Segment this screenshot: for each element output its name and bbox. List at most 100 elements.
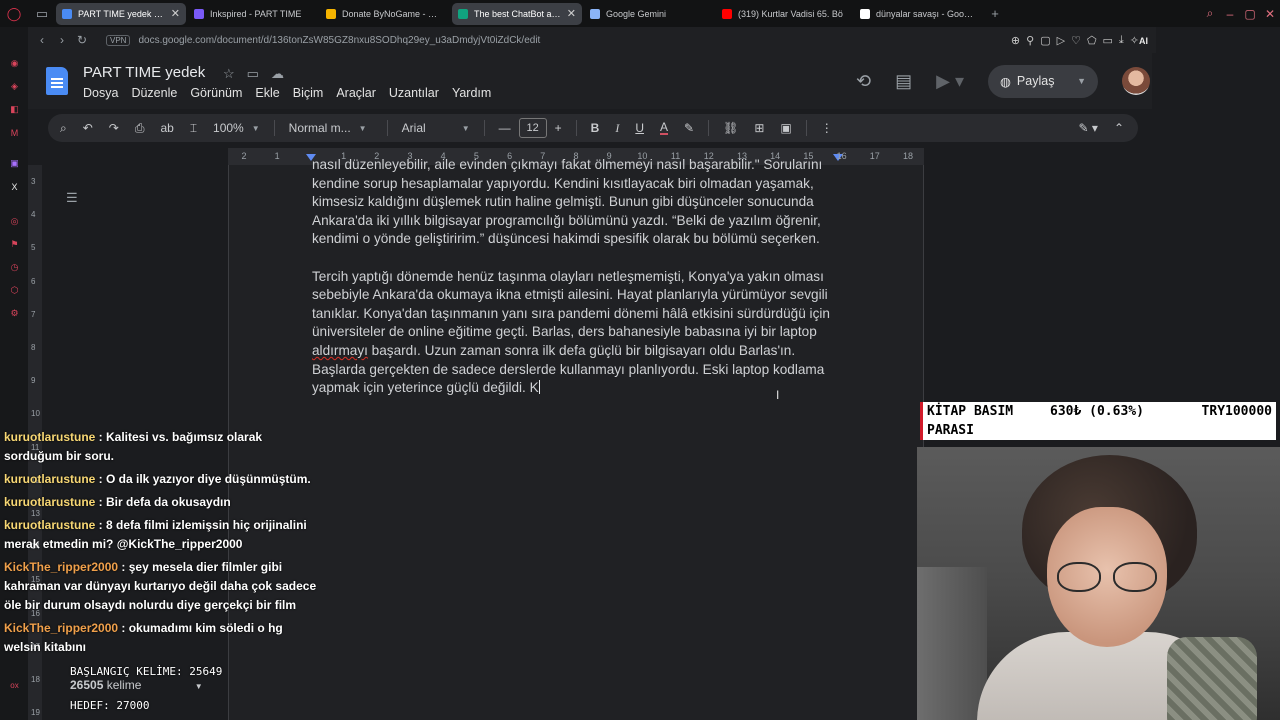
opera-menu-icon[interactable]: ◯ xyxy=(0,0,28,27)
menu-item[interactable]: Düzenle xyxy=(131,86,177,100)
heart-icon[interactable]: ♡ xyxy=(1071,34,1081,47)
link-icon[interactable]: ⛓ xyxy=(715,121,746,135)
instagram-icon[interactable]: ◧ xyxy=(8,103,21,116)
zoom-icon[interactable]: ⊕ xyxy=(1011,34,1020,47)
browser-tab[interactable]: The best ChatBot and ✕ xyxy=(452,2,582,25)
meet-icon[interactable]: ▶ ▾ xyxy=(936,71,964,92)
star-icon[interactable]: ☆ xyxy=(223,66,235,82)
editing-mode-icon[interactable]: ✎ ▾ xyxy=(1071,121,1106,135)
wallet-icon[interactable]: ▭ xyxy=(1103,34,1113,47)
browser-tab[interactable]: Inkspired - PART TIME xyxy=(188,3,318,25)
tab-overview-icon[interactable]: ▭ xyxy=(28,0,56,27)
menu-item[interactable]: Biçim xyxy=(293,86,324,100)
url-field[interactable]: docs.google.com/document/d/136tonZsW85GZ… xyxy=(138,35,1010,46)
ibeam-pointer-icon: I xyxy=(776,388,780,402)
settings-icon[interactable]: ⚙ xyxy=(8,307,21,320)
highlight-icon[interactable]: ✎ xyxy=(676,121,702,135)
move-folder-icon[interactable]: ▭ xyxy=(247,66,259,82)
ruler-overlap-mask xyxy=(229,148,923,165)
zoom-select[interactable]: 100% ▼ xyxy=(205,121,268,135)
menu-item[interactable]: Yardım xyxy=(452,86,491,100)
minimize-icon[interactable]: – xyxy=(1220,7,1240,21)
browser-tab[interactable]: PART TIME yedek - Google ✕ xyxy=(56,2,186,25)
spellcheck-icon[interactable]: ab xyxy=(152,121,181,135)
collapse-menus-icon[interactable]: ⌃ xyxy=(1106,121,1138,135)
vpn-badge[interactable]: VPN xyxy=(106,34,131,46)
close-tab-icon[interactable]: ✕ xyxy=(567,7,576,20)
extensions-icon[interactable]: ⬡ xyxy=(8,284,21,297)
menu-item[interactable]: Araçlar xyxy=(336,86,376,100)
divider xyxy=(708,120,710,136)
webcam-feed xyxy=(917,447,1280,720)
italic-button[interactable]: I xyxy=(607,121,627,136)
comments-icon[interactable]: ▤ xyxy=(895,71,912,92)
browser-tab[interactable]: Google Gemini xyxy=(584,3,714,25)
style-select[interactable]: Normal m... ▼ xyxy=(281,121,381,135)
document-title[interactable]: PART TIME yedek xyxy=(83,64,205,81)
bold-button[interactable]: B xyxy=(583,121,608,135)
title-actions: ☆ ▭ ☁ xyxy=(223,66,284,82)
undo-icon[interactable]: ↶ xyxy=(75,121,101,135)
more-icon[interactable]: ox xyxy=(8,679,21,692)
menu-item[interactable]: Dosya xyxy=(83,86,118,100)
font-select[interactable]: Arial ▼ xyxy=(394,121,478,135)
share-button[interactable]: ◍ Paylaş ▼ xyxy=(988,64,1098,98)
bookmarks-icon[interactable]: ⚑ xyxy=(8,238,21,251)
close-tab-icon[interactable]: ✕ xyxy=(171,7,180,20)
docs-word-count-badge[interactable]: 26505 kelime ▼ xyxy=(70,678,203,692)
close-window-icon[interactable]: ✕ xyxy=(1260,7,1280,21)
paint-format-icon[interactable]: ⌶ xyxy=(182,121,205,136)
font-size-input[interactable]: 12 xyxy=(518,118,547,138)
insert-image-icon[interactable]: ▣ xyxy=(772,121,799,135)
pin-icon[interactable]: ⚲ xyxy=(1026,34,1034,47)
browser-tab[interactable]: Donate ByNoGame - Geld xyxy=(320,3,450,25)
menu-item[interactable]: Görünüm xyxy=(190,86,242,100)
chevron-down-icon: ▼ xyxy=(461,123,470,133)
player-icon[interactable]: ◎ xyxy=(8,215,21,228)
underline-button[interactable]: U xyxy=(627,121,652,135)
tab-favicon-icon xyxy=(590,8,600,19)
aria-icon[interactable]: ◈ xyxy=(8,80,21,93)
decrease-font-size-icon[interactable]: — xyxy=(491,121,519,135)
text-color-button[interactable]: A xyxy=(652,121,676,135)
more-options-icon[interactable]: ⋮ xyxy=(813,121,841,135)
avatar[interactable] xyxy=(1122,67,1150,95)
menu-item[interactable]: Ekle xyxy=(255,86,279,100)
menu-item[interactable]: Uzantılar xyxy=(389,86,439,100)
search-menus-icon[interactable]: ⌕ xyxy=(48,121,75,136)
twitch-icon[interactable]: ▣ xyxy=(8,157,21,170)
browser-tab[interactable]: (319) Kurtlar Vadisi 65. Bö xyxy=(716,3,852,25)
ai-icon[interactable]: ✧AI xyxy=(1130,34,1148,47)
search-tabs-icon[interactable]: ⌕ xyxy=(1200,6,1220,21)
messenger-icon[interactable]: ◉ xyxy=(8,57,21,70)
extension-icon[interactable]: ⬠ xyxy=(1087,34,1097,47)
back-icon[interactable]: ‹ xyxy=(32,33,52,47)
tab-favicon-icon xyxy=(458,8,468,19)
paragraph-2-text-a: Tercih yaptığı dönemde henüz taşınma ola… xyxy=(312,268,830,340)
docs-logo-icon[interactable] xyxy=(46,67,68,95)
play-icon[interactable]: ▷ xyxy=(1057,34,1065,47)
print-icon[interactable]: ⎙ xyxy=(127,121,153,136)
increase-font-size-icon[interactable]: + xyxy=(547,121,570,135)
document-outline-icon[interactable]: ☰ xyxy=(66,190,78,206)
add-comment-icon[interactable]: ⊞ xyxy=(746,121,772,135)
reload-icon[interactable]: ↻ xyxy=(72,33,92,47)
new-tab-icon[interactable]: + xyxy=(986,0,1004,27)
history-icon[interactable]: ◷ xyxy=(8,261,21,274)
cloud-status-icon[interactable]: ☁ xyxy=(271,66,284,82)
misspelled-word[interactable]: aldırmayı xyxy=(312,343,368,358)
chevron-down-icon[interactable]: ▼ xyxy=(1077,76,1086,86)
screen: ◯ ▭ PART TIME yedek - Google ✕ Inkspired -… xyxy=(0,0,1280,720)
x-twitter-icon[interactable]: X xyxy=(8,180,21,193)
maximize-icon[interactable]: ▢ xyxy=(1240,7,1260,21)
ticker-change: 630₺ (0.63%) xyxy=(1050,404,1144,419)
redo-icon[interactable]: ↷ xyxy=(101,121,127,135)
vertical-ruler-tick: 5 xyxy=(31,243,36,253)
mail-icon[interactable]: M xyxy=(8,126,21,139)
browser-tab[interactable]: dünyalar savaşı - Google'd xyxy=(854,3,984,25)
snapshot-icon[interactable]: ▢ xyxy=(1040,34,1050,47)
forward-icon[interactable]: › xyxy=(52,33,72,47)
download-icon[interactable]: ⤓ xyxy=(1119,34,1124,47)
version-history-icon[interactable]: ⟲ xyxy=(856,71,871,92)
document-body[interactable]: nasıl düzenleyebilir, aile evinden çıkma… xyxy=(312,156,844,416)
